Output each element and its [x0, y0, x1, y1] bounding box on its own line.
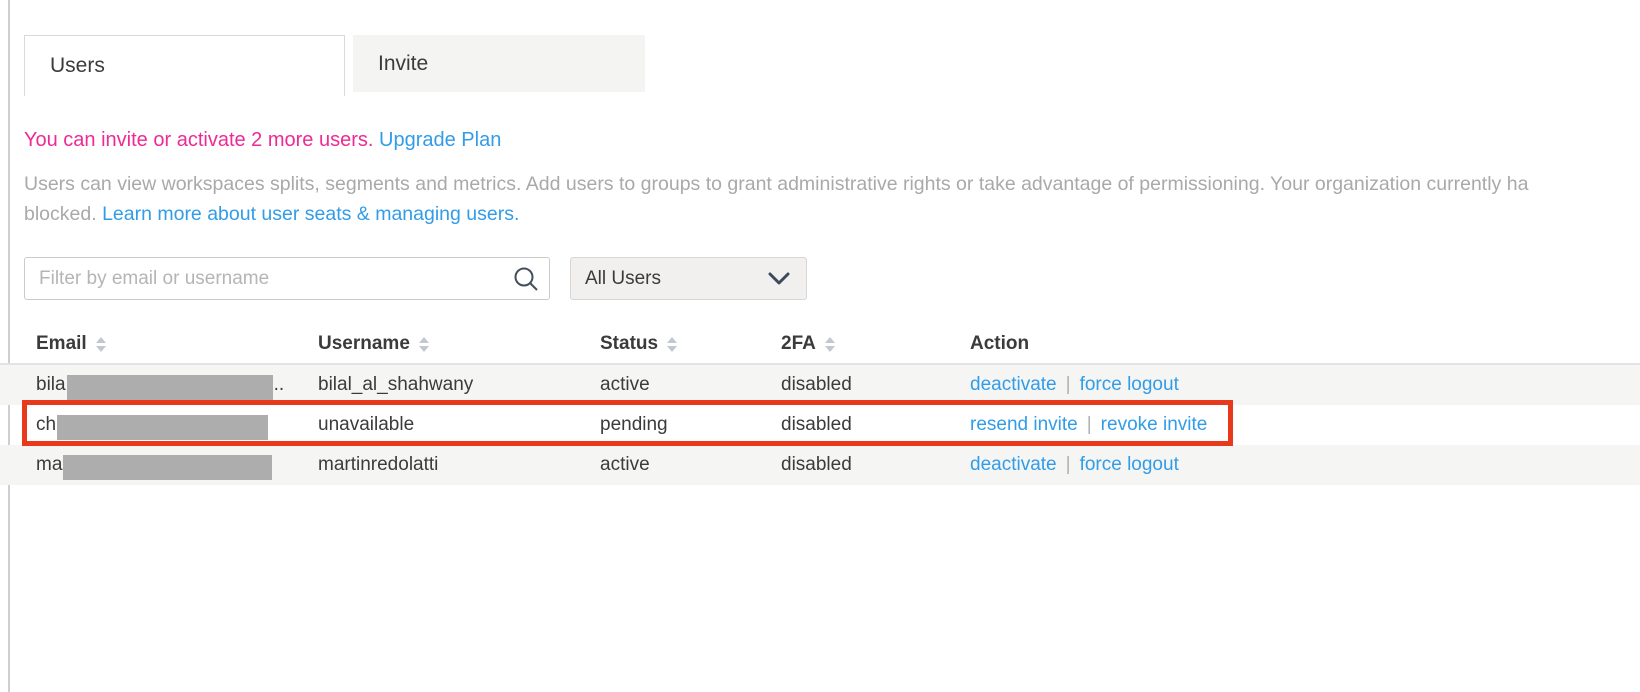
- redaction-block: [67, 375, 273, 400]
- email-visible-text: ma: [36, 454, 62, 476]
- deactivate-link[interactable]: deactivate: [970, 454, 1057, 476]
- user-filter-dropdown-value: All Users: [585, 268, 661, 290]
- column-header-2fa-label: 2FA: [781, 333, 816, 355]
- table-row: ma martinredolatti active disabled deact…: [0, 445, 1640, 485]
- action-cell: deactivate | force logout: [970, 445, 1179, 485]
- column-header-email-label: Email: [36, 333, 87, 355]
- sort-icon[interactable]: [419, 337, 429, 352]
- table-row: bila .. bilal_al_shahwany active disable…: [0, 365, 1640, 405]
- upgrade-plan-link[interactable]: Upgrade Plan: [379, 129, 501, 151]
- description-line1: Users can view workspaces splits, segmen…: [24, 169, 1640, 199]
- filter-input-wrap: [24, 257, 550, 300]
- tab-users[interactable]: Users: [24, 35, 345, 96]
- email-cell: ma: [36, 445, 273, 485]
- column-header-2fa[interactable]: 2FA: [781, 325, 835, 363]
- user-filter-dropdown[interactable]: All Users: [570, 257, 807, 300]
- twofa-cell: disabled: [781, 405, 852, 445]
- action-separator: |: [1066, 454, 1071, 476]
- sort-icon[interactable]: [667, 337, 677, 352]
- action-cell: resend invite | revoke invite: [970, 405, 1207, 445]
- description-line2: blocked. Learn more about user seats & m…: [24, 199, 1640, 229]
- seat-limit-message: You can invite or activate 2 more users.: [24, 129, 373, 151]
- user-administration-page: Users Invite You can invite or activate …: [0, 0, 1640, 692]
- twofa-cell: disabled: [781, 445, 852, 485]
- twofa-cell: disabled: [781, 365, 852, 405]
- status-cell: pending: [600, 405, 668, 445]
- email-visible-text: bila: [36, 374, 66, 396]
- seat-limit-notice: You can invite or activate 2 more users.…: [24, 128, 501, 153]
- username-cell: bilal_al_shahwany: [318, 365, 473, 405]
- chevron-down-icon: [768, 272, 790, 286]
- force-logout-link[interactable]: force logout: [1080, 454, 1179, 476]
- sort-icon[interactable]: [825, 337, 835, 352]
- tab-invite[interactable]: Invite: [353, 35, 645, 92]
- resend-invite-link[interactable]: resend invite: [970, 414, 1078, 436]
- deactivate-link[interactable]: deactivate: [970, 374, 1057, 396]
- tab-users-label: Users: [50, 54, 105, 78]
- email-visible-text: ch: [36, 414, 56, 436]
- table-row-highlighted: ch unavailable pending disabled resend i…: [0, 405, 1640, 445]
- status-cell: active: [600, 365, 650, 405]
- column-header-status-label: Status: [600, 333, 658, 355]
- action-separator: |: [1087, 414, 1092, 436]
- column-header-email[interactable]: Email: [36, 325, 106, 363]
- username-cell: unavailable: [318, 405, 414, 445]
- force-logout-link[interactable]: force logout: [1080, 374, 1179, 396]
- column-header-username-label: Username: [318, 333, 410, 355]
- username-cell: martinredolatti: [318, 445, 438, 485]
- tab-invite-label: Invite: [378, 52, 428, 76]
- description-paragraph: Users can view workspaces splits, segmen…: [24, 169, 1640, 229]
- revoke-invite-link[interactable]: revoke invite: [1101, 414, 1208, 436]
- users-table: Email Username Status 2FA Action bila: [0, 325, 1640, 485]
- column-header-action: Action: [970, 325, 1029, 363]
- table-header-row: Email Username Status 2FA Action: [0, 325, 1640, 365]
- email-cell: bila ..: [36, 365, 284, 405]
- search-icon: [512, 265, 540, 293]
- column-header-action-label: Action: [970, 333, 1029, 355]
- learn-more-link[interactable]: Learn more about user seats & managing u…: [102, 203, 519, 225]
- action-separator: |: [1066, 374, 1071, 396]
- redaction-block: [57, 415, 268, 440]
- status-cell: active: [600, 445, 650, 485]
- filter-input[interactable]: [24, 257, 550, 300]
- redaction-block: [63, 455, 272, 480]
- description-line2-text: blocked.: [24, 203, 97, 225]
- column-header-username[interactable]: Username: [318, 325, 429, 363]
- email-ellipsis: ..: [274, 374, 285, 396]
- email-cell: ch: [36, 405, 269, 445]
- action-cell: deactivate | force logout: [970, 365, 1179, 405]
- column-header-status[interactable]: Status: [600, 325, 677, 363]
- sort-icon[interactable]: [96, 337, 106, 352]
